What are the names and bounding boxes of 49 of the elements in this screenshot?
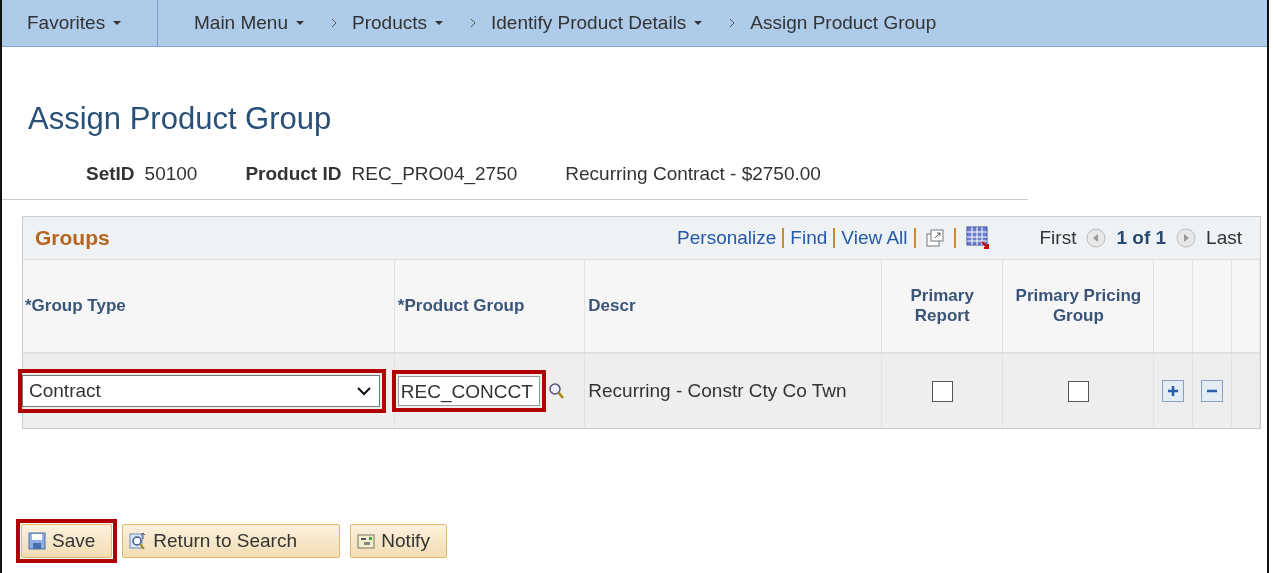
chevron-down-icon [357, 386, 371, 396]
notify-button[interactable]: Notify [350, 524, 447, 558]
chevron-icon [469, 18, 477, 28]
return-to-search-button[interactable]: Return to Search [122, 524, 341, 558]
caret-icon [435, 21, 443, 25]
field-value: Recurring Contract - $2750.00 [565, 163, 821, 185]
save-button[interactable]: Save [21, 524, 113, 558]
caret-icon [113, 21, 122, 25]
menu-link[interactable]: Identify Product Details [491, 12, 703, 34]
caret-icon [694, 21, 703, 25]
breadcrumb-current[interactable]: Assign Product Group [750, 12, 937, 34]
search-icon [547, 382, 564, 400]
row-counter: 1 of 1 [1116, 227, 1167, 249]
dropdown[interactable]: Contract [22, 375, 380, 407]
field-value: 50100 [144, 163, 198, 185]
grid-link[interactable]: View All [841, 227, 908, 249]
delete-row-button[interactable] [1200, 380, 1223, 402]
field-value: REC_PRO04_2750 [351, 163, 518, 185]
table-cell: Recurring - Constr Cty Co Twn [588, 380, 847, 401]
checkbox[interactable] [931, 381, 953, 403]
magnifier-page-icon [129, 532, 148, 550]
spreadsheet-icon [965, 226, 990, 250]
column-header: Primary Report [910, 286, 974, 325]
grid-link[interactable]: Personalize [677, 227, 777, 249]
menu-link[interactable]: Products [352, 12, 443, 34]
note-icon [357, 532, 376, 550]
grid-title: Groups [35, 226, 110, 250]
previous-icon [1086, 228, 1107, 248]
column-header: Primary Pricing Group [1015, 286, 1142, 325]
input-field[interactable]: REC_CONCCT [397, 376, 540, 406]
page-title: Assign Product Group [28, 101, 333, 137]
menu-link[interactable]: Main Menu [194, 12, 304, 34]
grid-link[interactable]: Find [790, 227, 828, 249]
menu-link[interactable]: Favorites [2, 0, 158, 46]
checkbox[interactable] [1067, 381, 1089, 403]
last-link[interactable]: Last [1206, 227, 1242, 249]
caret-icon [296, 21, 304, 25]
chevron-icon [330, 18, 338, 28]
column-header: *Product Group [397, 296, 525, 315]
first-link[interactable]: First [1039, 227, 1077, 249]
column-header: Descr [588, 296, 636, 315]
column-header: *Group Type [25, 296, 126, 315]
plus-icon [1167, 385, 1180, 397]
add-row-button[interactable] [1162, 380, 1185, 402]
chevron-icon [728, 18, 737, 28]
next-icon [1176, 228, 1197, 248]
zoom-window-icon [925, 229, 944, 247]
field-label: SetID [86, 163, 135, 185]
field-label: Product ID [245, 163, 342, 185]
